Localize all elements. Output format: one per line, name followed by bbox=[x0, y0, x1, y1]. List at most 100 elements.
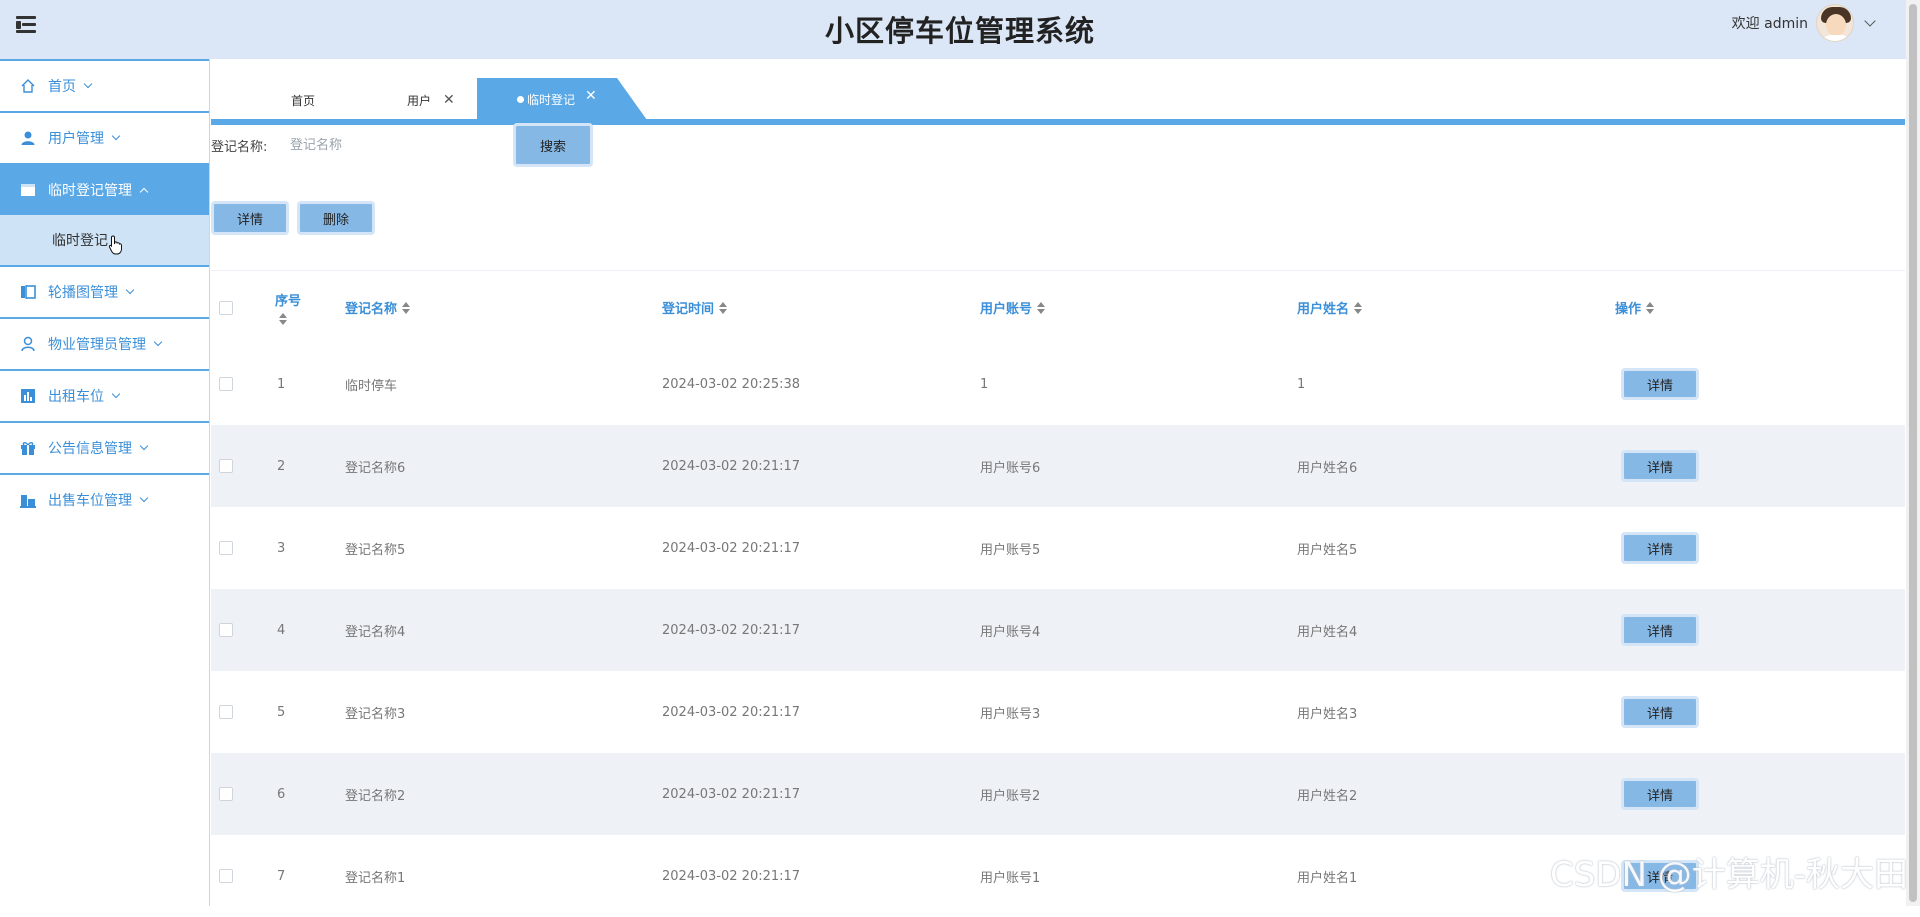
column-header-no[interactable]: 序号 bbox=[275, 272, 301, 343]
cell-no: 2 bbox=[277, 425, 285, 507]
sidebar-item-user-management[interactable]: 用户管理 bbox=[0, 111, 209, 163]
sort-icon[interactable] bbox=[719, 302, 727, 314]
sidebar-item-label: 临时登记管理 bbox=[48, 180, 132, 200]
watermark: CSDN @计算机-秋大田 bbox=[1550, 847, 1908, 896]
tab-home[interactable]: 首页 bbox=[291, 81, 315, 119]
cell-account: 用户账号2 bbox=[980, 753, 1040, 835]
cell-name: 登记名称5 bbox=[345, 507, 405, 589]
cell-account: 用户账号1 bbox=[980, 835, 1040, 917]
row-checkbox[interactable] bbox=[219, 459, 233, 473]
tab-temp-registration[interactable]: 临时登记 ✕ bbox=[477, 78, 647, 120]
sidebar-subitem-temp-registration[interactable]: 临时登记 bbox=[0, 215, 209, 265]
tab-bar: 首页 用户 ✕ 临时登记 ✕ bbox=[211, 59, 1905, 123]
chevron-down-icon bbox=[112, 132, 120, 140]
chevron-down-icon bbox=[84, 80, 92, 88]
column-header-username[interactable]: 用户姓名 bbox=[1297, 272, 1362, 343]
table-row[interactable]: 2 登记名称6 2024-03-02 20:21:17 用户账号6 用户姓名6 … bbox=[211, 425, 1905, 507]
cell-time: 2024-03-02 20:21:17 bbox=[662, 589, 800, 671]
vertical-scrollbar[interactable] bbox=[1906, 0, 1920, 906]
search-input[interactable] bbox=[290, 130, 500, 160]
row-detail-button[interactable]: 详情 bbox=[1621, 778, 1699, 810]
row-checkbox[interactable] bbox=[219, 869, 233, 883]
cell-username: 用户姓名3 bbox=[1297, 671, 1357, 753]
chevron-down-icon bbox=[126, 286, 134, 294]
cell-username: 用户姓名5 bbox=[1297, 507, 1357, 589]
cell-name: 临时停车 bbox=[345, 343, 397, 425]
welcome-text: 欢迎 admin bbox=[1732, 13, 1808, 33]
delete-button[interactable]: 删除 bbox=[297, 201, 375, 235]
cell-account: 用户账号4 bbox=[980, 589, 1040, 671]
data-table: 序号 登记名称 登记时间 用户账号 用户姓名 操作 1 临时停车 2024-03… bbox=[211, 272, 1905, 917]
tab-label: 用户 bbox=[407, 92, 431, 109]
select-all-checkbox[interactable] bbox=[219, 301, 233, 315]
tab-label: 首页 bbox=[291, 92, 315, 109]
cell-name: 登记名称1 bbox=[345, 835, 405, 917]
divider bbox=[211, 270, 1905, 271]
cell-account: 用户账号5 bbox=[980, 507, 1040, 589]
detail-button[interactable]: 详情 bbox=[211, 201, 289, 235]
cell-no: 3 bbox=[277, 507, 285, 589]
column-header-action[interactable]: 操作 bbox=[1615, 272, 1654, 343]
table-row[interactable]: 3 登记名称5 2024-03-02 20:21:17 用户账号5 用户姓名5 … bbox=[211, 507, 1905, 589]
row-checkbox[interactable] bbox=[219, 623, 233, 637]
row-detail-button[interactable]: 详情 bbox=[1621, 696, 1699, 728]
table-row[interactable]: 4 登记名称4 2024-03-02 20:21:17 用户账号4 用户姓名4 … bbox=[211, 589, 1905, 671]
sort-icon[interactable] bbox=[1354, 302, 1362, 314]
avatar[interactable] bbox=[1816, 4, 1854, 42]
row-detail-button[interactable]: 详情 bbox=[1621, 532, 1699, 564]
sidebar-subitem-label: 临时登记 bbox=[52, 230, 108, 250]
sidebar-item-temp-registration-management[interactable]: 临时登记管理 bbox=[0, 163, 209, 215]
sidebar-item-rental-parking[interactable]: 出租车位 bbox=[0, 369, 209, 421]
home-icon bbox=[20, 78, 36, 94]
sidebar-item-label: 首页 bbox=[48, 76, 76, 96]
sidebar-item-property-admin-management[interactable]: 物业管理员管理 bbox=[0, 317, 209, 369]
sidebar-item-carousel-management[interactable]: 轮播图管理 bbox=[0, 265, 209, 317]
sort-icon[interactable] bbox=[402, 302, 410, 314]
sort-icon[interactable] bbox=[279, 313, 287, 325]
scrollbar-thumb[interactable] bbox=[1909, 4, 1917, 902]
tab-label: 临时登记 bbox=[527, 91, 575, 108]
row-checkbox[interactable] bbox=[219, 705, 233, 719]
search-button[interactable]: 搜索 bbox=[513, 123, 593, 167]
sidebar-item-home[interactable]: 首页 bbox=[0, 59, 209, 111]
cell-username: 用户姓名2 bbox=[1297, 753, 1357, 835]
search-label: 登记名称: bbox=[211, 136, 267, 155]
tab-user[interactable]: 用户 ✕ bbox=[407, 81, 455, 119]
admin-icon bbox=[20, 336, 36, 352]
cell-name: 登记名称4 bbox=[345, 589, 405, 671]
close-icon[interactable]: ✕ bbox=[585, 88, 597, 104]
carousel-icon bbox=[20, 284, 36, 300]
table-row[interactable]: 1 临时停车 2024-03-02 20:25:38 1 1 详情 bbox=[211, 343, 1905, 425]
row-checkbox[interactable] bbox=[219, 787, 233, 801]
column-header-name[interactable]: 登记名称 bbox=[345, 272, 410, 343]
row-checkbox[interactable] bbox=[219, 377, 233, 391]
cell-account: 1 bbox=[980, 343, 988, 425]
sidebar-item-sale-parking-management[interactable]: 出售车位管理 bbox=[0, 473, 209, 525]
table-header-row: 序号 登记名称 登记时间 用户账号 用户姓名 操作 bbox=[211, 272, 1905, 343]
row-detail-button[interactable]: 详情 bbox=[1621, 450, 1699, 482]
chevron-down-icon bbox=[140, 494, 148, 502]
close-icon[interactable]: ✕ bbox=[443, 92, 455, 108]
column-header-time[interactable]: 登记时间 bbox=[662, 272, 727, 343]
row-checkbox[interactable] bbox=[219, 541, 233, 555]
row-detail-button[interactable]: 详情 bbox=[1621, 368, 1699, 400]
cell-time: 2024-03-02 20:21:17 bbox=[662, 507, 800, 589]
sort-icon[interactable] bbox=[1037, 302, 1045, 314]
row-detail-button[interactable]: 详情 bbox=[1621, 614, 1699, 646]
table-row[interactable]: 5 登记名称3 2024-03-02 20:21:17 用户账号3 用户姓名3 … bbox=[211, 671, 1905, 753]
cell-time: 2024-03-02 20:21:17 bbox=[662, 753, 800, 835]
user-menu[interactable]: 欢迎 admin bbox=[1732, 4, 1874, 42]
chevron-down-icon bbox=[112, 390, 120, 398]
sidebar-item-announcement-management[interactable]: 公告信息管理 bbox=[0, 421, 209, 473]
column-header-account[interactable]: 用户账号 bbox=[980, 272, 1045, 343]
sort-icon[interactable] bbox=[1646, 302, 1654, 314]
top-header: 小区停车位管理系统 欢迎 admin bbox=[0, 0, 1920, 59]
cell-name: 登记名称3 bbox=[345, 671, 405, 753]
cell-time: 2024-03-02 20:25:38 bbox=[662, 343, 800, 425]
chevron-down-icon bbox=[154, 338, 162, 346]
building-icon bbox=[20, 492, 36, 508]
chevron-down-icon[interactable] bbox=[1864, 15, 1875, 26]
sidebar-item-label: 轮播图管理 bbox=[48, 282, 118, 302]
cell-username: 用户姓名6 bbox=[1297, 425, 1357, 507]
table-row[interactable]: 6 登记名称2 2024-03-02 20:21:17 用户账号2 用户姓名2 … bbox=[211, 753, 1905, 835]
